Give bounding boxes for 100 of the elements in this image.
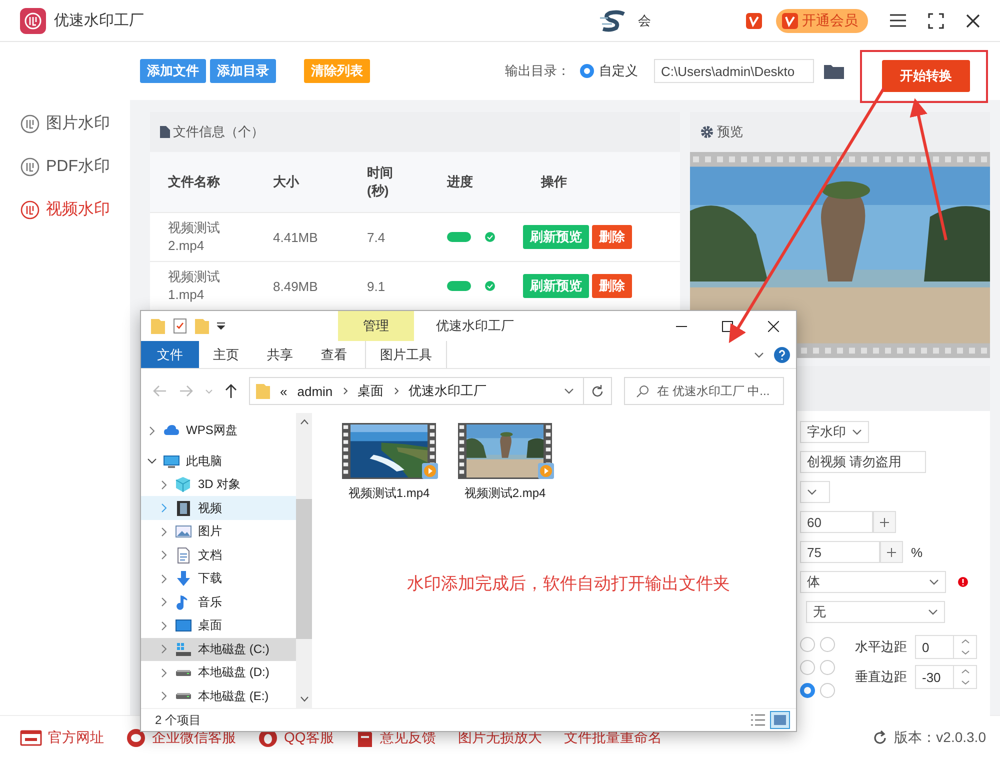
- tree-item[interactable]: 3D 对象: [141, 472, 296, 496]
- chevron-icon: [147, 426, 157, 436]
- type-select[interactable]: 字水印: [800, 421, 869, 443]
- alert-icon: [958, 577, 968, 587]
- app-title: 优速水印工厂: [54, 11, 144, 30]
- position-radio[interactable]: [820, 660, 835, 675]
- chevron-icon: [159, 526, 169, 537]
- delete-button[interactable]: 删除: [592, 225, 632, 249]
- video-file[interactable]: 视频测试1.mp4: [342, 423, 436, 502]
- checklist-icon[interactable]: [173, 318, 187, 334]
- tree-item[interactable]: 下载: [141, 566, 296, 590]
- logo-icon: [20, 8, 46, 34]
- increment-icon[interactable]: [960, 669, 970, 674]
- ribbon-tab[interactable]: 查看: [307, 341, 361, 368]
- search-field[interactable]: 在 优速水印工厂 中...: [624, 377, 784, 405]
- tree-item[interactable]: 本地磁盘 (C:): [141, 638, 296, 662]
- ribbon-tab[interactable]: 图片工具: [365, 341, 447, 368]
- position-radio[interactable]: [820, 683, 835, 698]
- custom-radio[interactable]: 自定义: [580, 62, 638, 80]
- member-text: 会: [638, 12, 651, 30]
- card-title: 文件信息（个）: [173, 123, 264, 141]
- footer-link[interactable]: 官方网址: [20, 729, 104, 747]
- tree-item[interactable]: 本地磁盘 (E:): [141, 684, 296, 708]
- menu-icon[interactable]: [890, 14, 906, 27]
- tree-item[interactable]: 此电脑: [141, 449, 296, 473]
- sidebar-item[interactable]: PDF水印: [0, 155, 130, 178]
- ribbon-tab[interactable]: 文件: [141, 341, 199, 368]
- play-badge-icon: [422, 463, 438, 479]
- dropdown-icon[interactable]: [217, 322, 225, 330]
- desktop-icon: [175, 617, 192, 634]
- position-radio[interactable]: [800, 637, 815, 652]
- column-header: 文件名称: [168, 173, 220, 191]
- number-field[interactable]: 60: [800, 511, 873, 533]
- position-radio[interactable]: [800, 660, 815, 675]
- scroll-down-icon[interactable]: [300, 696, 308, 702]
- effect-select[interactable]: 无: [806, 601, 945, 623]
- tree-item[interactable]: 图片: [141, 520, 296, 544]
- ribbon-tab[interactable]: 主页: [199, 341, 253, 368]
- scroll-up-icon[interactable]: [300, 419, 308, 425]
- tree-item[interactable]: 本地磁盘 (D:): [141, 661, 296, 685]
- image-icon: [175, 523, 192, 540]
- breadcrumb[interactable]: 优速水印工厂: [408, 382, 487, 400]
- separator-icon: [394, 387, 399, 395]
- start-button[interactable]: 开始转换: [882, 60, 970, 92]
- tree-item[interactable]: 桌面: [141, 614, 296, 638]
- plus-icon: [887, 548, 896, 556]
- overflow-mark[interactable]: «: [280, 384, 288, 398]
- scrollbar[interactable]: [296, 413, 312, 708]
- select-field[interactable]: [800, 481, 830, 503]
- decrement-icon[interactable]: [960, 650, 970, 655]
- thumbnail-view-icon[interactable]: [770, 711, 790, 729]
- position-radio[interactable]: [820, 637, 835, 652]
- caret-icon: [564, 388, 574, 394]
- breadcrumb[interactable]: 桌面: [358, 382, 384, 400]
- delete-button[interactable]: 删除: [592, 274, 632, 298]
- number-field[interactable]: 75: [800, 541, 880, 563]
- plus-button[interactable]: [873, 511, 896, 533]
- decrement-icon[interactable]: [960, 680, 970, 685]
- folder-icon[interactable]: [824, 63, 844, 79]
- sidebar-item[interactable]: 图片水印: [0, 112, 130, 135]
- folder-icon: [151, 318, 165, 334]
- close-icon[interactable]: [966, 14, 980, 28]
- number-spinner[interactable]: -30: [915, 665, 977, 689]
- details-view-icon[interactable]: [750, 713, 766, 727]
- position-radio[interactable]: [800, 683, 815, 698]
- caret-icon: [852, 429, 862, 435]
- increment-icon[interactable]: [960, 639, 970, 644]
- watermark-text-field[interactable]: 创视频 请勿盗用: [800, 451, 926, 473]
- font-select[interactable]: 体: [800, 571, 946, 593]
- address-bar[interactable]: « admin 桌面 优速水印工厂: [249, 377, 612, 405]
- help-icon[interactable]: [774, 346, 790, 362]
- download-icon: [175, 570, 192, 588]
- manage-tab[interactable]: 管理: [338, 311, 414, 341]
- close-icon[interactable]: [768, 320, 778, 332]
- number-spinner[interactable]: 0: [915, 635, 977, 659]
- vip-icon: [782, 12, 798, 28]
- tree-item[interactable]: WPS网盘: [141, 419, 296, 443]
- watermark-icon: [20, 200, 40, 220]
- plus-button[interactable]: [880, 541, 903, 563]
- tree-item[interactable]: 文档: [141, 543, 296, 567]
- separator-icon: [342, 387, 348, 395]
- search-icon: [636, 385, 649, 398]
- tree-item[interactable]: 视频: [141, 496, 296, 520]
- chevron-icon: [159, 644, 169, 654]
- item-count: 2 个项目: [155, 712, 202, 728]
- up-icon[interactable]: [225, 384, 237, 398]
- document-icon: [175, 546, 192, 564]
- maximize-icon[interactable]: [722, 320, 732, 332]
- refresh-icon[interactable]: [591, 384, 604, 398]
- unit-label: %: [911, 544, 923, 560]
- video-file[interactable]: 视频测试2.mp4: [458, 423, 552, 502]
- watermark-icon: [20, 114, 40, 134]
- play-badge-icon: [538, 463, 554, 479]
- fullscreen-icon[interactable]: [928, 12, 944, 28]
- margin-label: 垂直边距: [855, 668, 907, 686]
- ribbon-tab[interactable]: 共享: [253, 341, 307, 368]
- sidebar-item[interactable]: 视频水印: [0, 198, 130, 221]
- tree-item[interactable]: 音乐: [141, 590, 296, 614]
- breadcrumb[interactable]: admin: [297, 384, 333, 398]
- output-path-field[interactable]: C:\Users\admin\Deskto: [654, 59, 814, 83]
